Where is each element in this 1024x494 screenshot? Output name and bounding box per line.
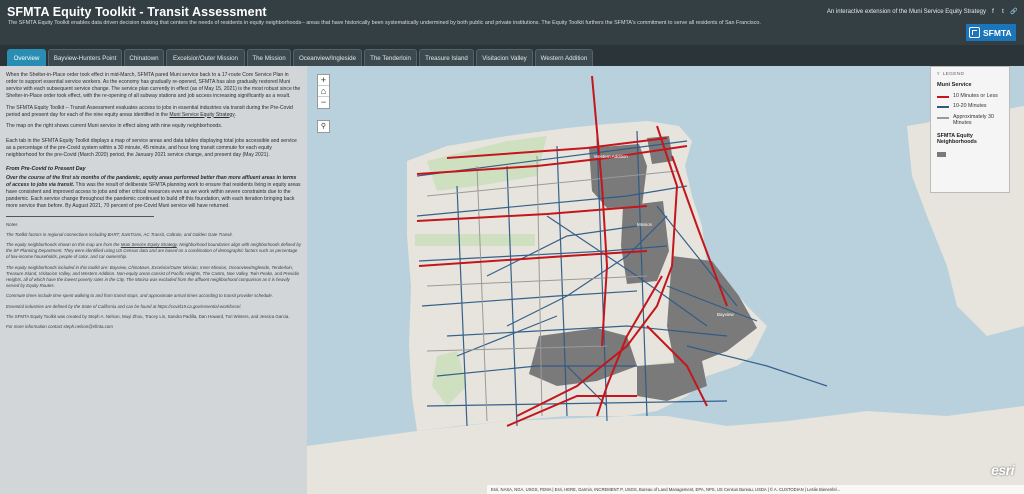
tab-excelsior-outer-mission[interactable]: Excelsior/Outer Mission	[166, 49, 245, 66]
legend-swatch-red	[937, 96, 949, 98]
tab-the-mission[interactable]: The Mission	[247, 49, 291, 66]
header-links: An interactive extension of the Muni Ser…	[827, 9, 1018, 15]
map-attribution: Esri, NASA, NGA, USGS, FEMA | Esri, HERE…	[487, 485, 1024, 494]
tab-the-tenderloin[interactable]: The Tenderloin	[364, 49, 417, 66]
note-equity-strategy-link[interactable]: Muni Service Equity Strategy	[121, 242, 177, 247]
link-icon[interactable]: 🔗	[1010, 9, 1017, 15]
page-subtitle: The SFMTA Equity Toolkit enables data dr…	[8, 20, 761, 26]
legend-equity-title: SFMTA Equity Neighborhoods	[937, 132, 977, 146]
paragraph-toolkit-end: .	[234, 111, 236, 118]
map-legend[interactable]: ▿ LEGEND Muni Service 10 Minutes or Less…	[930, 66, 1010, 193]
zoom-controls: + ⌂ −	[317, 74, 330, 109]
tab-treasure-island[interactable]: Treasure Island	[419, 49, 474, 66]
note-neighborhoods: The equity neighborhoods shown on this m…	[6, 242, 301, 261]
esri-logo: esri	[991, 462, 1014, 478]
legend-swatch-blue	[937, 106, 949, 109]
muni-strategy-link[interactable]: An interactive extension of the Muni Ser…	[827, 9, 986, 15]
legend-toggle-icon[interactable]: ▿	[937, 72, 940, 77]
search-icon[interactable]: ⚲	[317, 120, 330, 133]
zoom-out-button[interactable]: −	[318, 97, 329, 108]
facebook-icon[interactable]: f	[990, 9, 996, 15]
tab-oceanview-ingleside[interactable]: Oceanview/Ingleside	[293, 49, 362, 66]
paragraph-map: The map on the right shows current Muni …	[6, 123, 223, 130]
tab-chinatown[interactable]: Chinatown	[124, 49, 164, 66]
legend-label-blue: 10-20 Minutes	[953, 103, 987, 110]
section-heading: From Pre-Covid to Present Day	[6, 166, 86, 173]
divider	[6, 215, 154, 217]
legend-label-gray: Approximately 30 Minutes	[953, 113, 994, 127]
note-commute: Commute times include time spent walking…	[6, 293, 273, 299]
legend-title: Muni Service	[937, 82, 972, 88]
legend-header[interactable]: ▿ LEGEND	[931, 67, 1009, 80]
sfmta-logo: SFMTA	[966, 24, 1016, 41]
tab-bayview-hunters-point[interactable]: Bayview-Hunters Point	[48, 49, 122, 66]
home-icon[interactable]: ⌂	[318, 86, 329, 97]
equity-strategy-link[interactable]: Muni Service Equity Strategy	[169, 112, 234, 118]
page-title: SFMTA Equity Toolkit - Transit Assessmen…	[7, 5, 267, 19]
paragraph-toolkit: The SFMTA Equity Toolkit -- Transit Asse…	[6, 105, 301, 119]
map-canvas[interactable]: Western Addition Mission Bayview	[307, 66, 1024, 494]
legend-item-blue: 10-20 Minutes	[931, 101, 1009, 111]
note-contact: For more information contact steph.nelso…	[6, 324, 113, 330]
note-credits: The SFMTA Equity Toolkit was created by …	[6, 313, 290, 319]
app-header: SFMTA Equity Toolkit - Transit Assessmen…	[0, 0, 1024, 45]
paragraph-toolkit-text: The SFMTA Equity Toolkit -- Transit Asse…	[6, 104, 293, 118]
note-neighborhoods-text: The equity neighborhoods shown on this m…	[6, 242, 121, 247]
label-bayview: Bayview	[717, 312, 735, 317]
paragraph-intro: When the Shelter-in-Place order took eff…	[6, 72, 301, 99]
south-landmass	[307, 406, 1024, 494]
tab-western-addition[interactable]: Western Addition	[535, 49, 593, 66]
equity-visitacion	[637, 361, 707, 401]
zoom-in-button[interactable]: +	[318, 75, 329, 86]
legend-equity-swatch	[937, 151, 946, 157]
narrative-panel[interactable]: When the Shelter-in-Place order took eff…	[0, 66, 307, 494]
tab-visitacion-valley[interactable]: Visitacion Valley	[476, 49, 533, 66]
note-regional: The Toolkit factors in regional connecti…	[6, 231, 233, 237]
label-western-addition: Western Addition	[594, 154, 628, 159]
tab-overview[interactable]: Overview	[7, 49, 46, 66]
note-included: The equity neighborhoods included in thi…	[6, 264, 300, 289]
legend-item-gray: Approximately 30 Minutes	[931, 112, 1009, 129]
twitter-icon[interactable]: t	[1000, 9, 1006, 15]
legend-label-red: 10 Minutes or Less	[953, 93, 998, 99]
tab-bar: Overview Bayview-Hunters Point Chinatown…	[0, 45, 1024, 66]
map-view[interactable]: Western Addition Mission Bayview + ⌂ − ⚲…	[307, 66, 1024, 494]
sfmta-logo-icon	[969, 27, 980, 38]
legend-header-label: LEGEND	[942, 72, 965, 77]
logo-text: SFMTA	[983, 27, 1012, 38]
paragraph-tabs: Each tab in the SFMTA Equity Toolkit dis…	[6, 138, 297, 159]
golden-gate-park	[415, 234, 535, 246]
note-essential: Essential industries are defined by the …	[6, 303, 242, 309]
label-mission: Mission	[637, 222, 653, 227]
legend-swatch-gray	[937, 116, 949, 119]
notes-label: Notes	[6, 221, 18, 227]
legend-item-red: 10 Minutes or Less	[931, 91, 1009, 101]
paragraph-precovid: Over the course of the first six months …	[6, 175, 301, 210]
